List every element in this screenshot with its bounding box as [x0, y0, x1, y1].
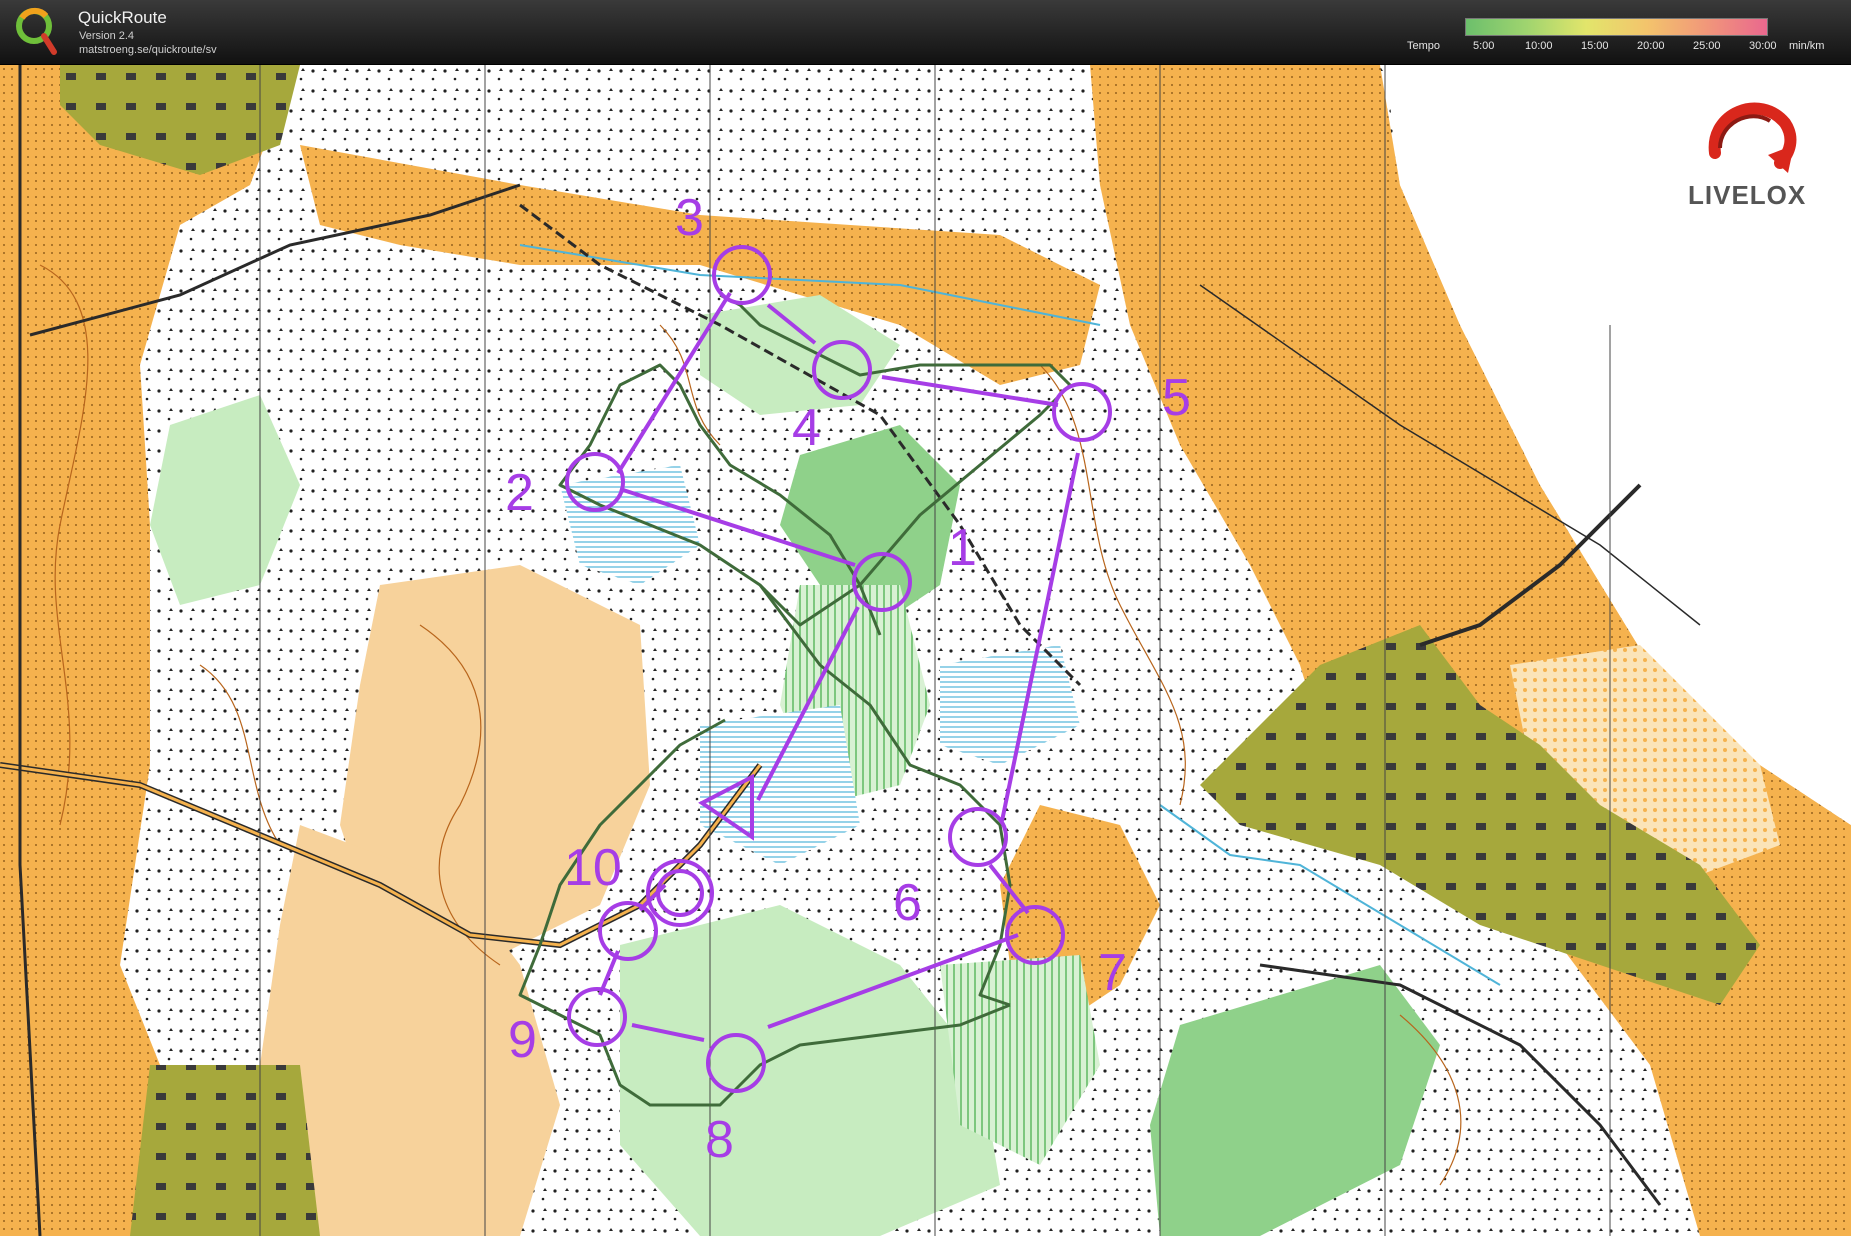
- livelox-logo: LIVELOX: [1688, 180, 1807, 210]
- tempo-tick: 5:00: [1473, 40, 1495, 52]
- tempo-tick: 20:00: [1637, 40, 1665, 52]
- app-name: QuickRoute: [78, 8, 167, 27]
- app-version: Version 2.4: [79, 30, 135, 42]
- tempo-color-scale: [1465, 18, 1768, 36]
- app-url: matstroeng.se/quickroute/sv: [79, 44, 217, 56]
- control-3-number: 3: [675, 189, 704, 247]
- map-canvas[interactable]: 1 2 3 4 5 6 7 8 9 10: [0, 65, 1851, 1236]
- settlement-sw: [130, 1065, 320, 1236]
- tempo-label: Tempo: [1407, 40, 1441, 52]
- orienteering-map[interactable]: 1 2 3 4 5 6 7 8 9 10 LIVELOX: [0, 65, 1851, 1236]
- tempo-tick: 15:00: [1581, 40, 1609, 52]
- title-bar: QuickRoute Version 2.4 matstroeng.se/qui…: [0, 0, 1851, 65]
- control-7-number: 7: [1098, 944, 1127, 1002]
- control-4-number: 4: [792, 399, 821, 457]
- livelox-swoosh-icon: [1708, 102, 1797, 173]
- tempo-tick: 30:00: [1749, 40, 1777, 52]
- control-8-number: 8: [705, 1111, 734, 1169]
- control-9-number: 9: [508, 1011, 537, 1069]
- tempo-tick-labels: 5:00 10:00 15:00 20:00 25:00 30:00 min/k…: [1465, 40, 1845, 54]
- tempo-unit: min/km: [1789, 40, 1825, 52]
- control-1-number: 1: [948, 519, 977, 577]
- tempo-tick: 25:00: [1693, 40, 1721, 52]
- control-5-number: 5: [1162, 369, 1191, 427]
- control-2-number: 2: [505, 464, 534, 522]
- control-6-number: 6: [893, 874, 922, 932]
- control-10-number: 10: [564, 839, 622, 897]
- quickroute-window: QuickRoute Version 2.4 matstroeng.se/qui…: [0, 0, 1851, 1236]
- quickroute-logo-icon: [16, 7, 57, 55]
- tempo-tick: 10:00: [1525, 40, 1553, 52]
